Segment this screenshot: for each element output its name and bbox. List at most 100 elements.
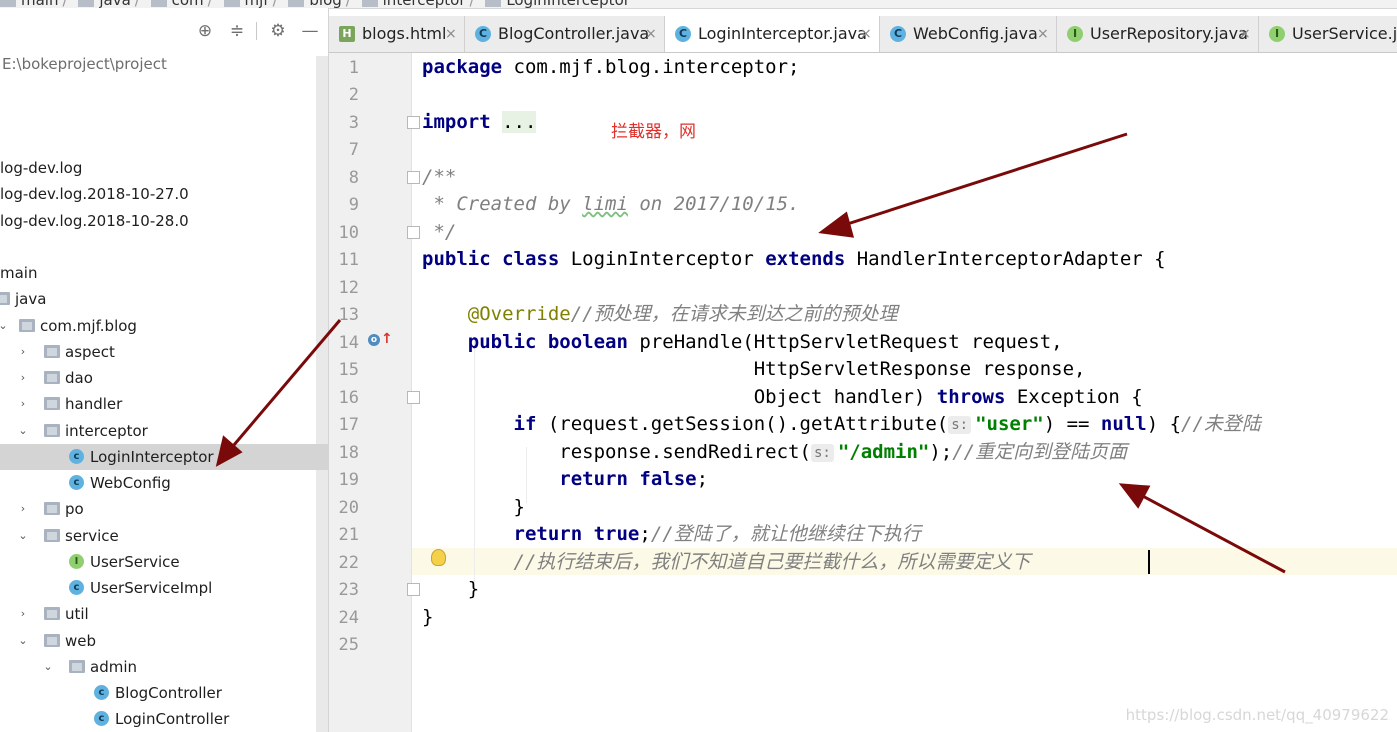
parameter-hint: s:	[810, 443, 834, 462]
tree-item-class[interactable]: c LoginController	[0, 706, 316, 732]
tab-blogs-html[interactable]: Hblogs.html ×	[329, 16, 465, 52]
chevron-right-icon[interactable]: ›	[17, 496, 29, 522]
tab-webconfig[interactable]: C WebConfig.java ×	[880, 16, 1057, 52]
interface-icon: I	[69, 554, 84, 569]
gear-icon[interactable]: ⚙	[267, 20, 289, 42]
arrow-up-icon[interactable]: ↑	[381, 331, 393, 347]
line-number: 19	[338, 470, 359, 490]
class-icon: C	[675, 26, 691, 42]
breadcrumb-item[interactable]: interceptor	[361, 0, 466, 8]
code-line[interactable]: response.sendRedirect(s: "/admin");//重定向到…	[422, 439, 1127, 466]
tree-item-package[interactable]: ⌄ com.mjf.blog	[0, 313, 316, 339]
code-line[interactable]: */	[422, 219, 456, 246]
chevron-right-icon[interactable]: ›	[17, 391, 29, 417]
tree-item-class[interactable]: c BlogController	[0, 680, 316, 706]
code-line[interactable]: import ...	[422, 109, 537, 136]
code-line[interactable]: if (request.getSession().getAttribute(s:…	[422, 411, 1261, 438]
project-root-path: E:\bokeproject\project	[2, 55, 167, 73]
code-line[interactable]: HttpServletResponse response,	[422, 356, 1086, 383]
crosshair-icon[interactable]: ⊕	[194, 20, 216, 42]
package-icon	[19, 319, 35, 332]
tree-item-file[interactable]: log-dev.log	[0, 155, 316, 181]
close-icon[interactable]: ×	[860, 16, 872, 52]
code-line[interactable]: package com.mjf.blog.interceptor;	[422, 54, 800, 81]
tree-item-package[interactable]: ⌄ admin	[0, 654, 316, 680]
chevron-down-icon[interactable]: ⌄	[17, 418, 29, 444]
tree-item-package[interactable]: ⌄ interceptor	[0, 418, 316, 444]
close-icon[interactable]: ×	[645, 16, 657, 52]
fold-toggle[interactable]	[407, 171, 420, 184]
chevron-down-icon[interactable]: ⌄	[17, 523, 29, 549]
folded-imports[interactable]: ...	[502, 111, 537, 133]
chevron-down-icon[interactable]: ⌄	[17, 628, 29, 654]
line-number: 22	[338, 553, 359, 573]
tree-item-package[interactable]: ⌄ service	[0, 523, 316, 549]
chevron-right-icon[interactable]: ›	[17, 339, 29, 365]
tree-item-package[interactable]: › handler	[0, 391, 316, 417]
tree-item-class-selected[interactable]: c LoginInterceptor	[0, 444, 328, 470]
collapse-icon[interactable]: ≑	[226, 20, 248, 42]
code-line[interactable]: /**	[422, 164, 456, 191]
line-number: 2	[348, 85, 359, 105]
package-icon	[44, 371, 60, 384]
chevron-right-icon[interactable]: ›	[17, 365, 29, 391]
tab-userrepository[interactable]: I UserRepository.java ×	[1057, 16, 1259, 52]
chevron-down-icon[interactable]: ⌄	[0, 313, 9, 339]
code-line[interactable]: return true;//登陆了，就让他继续往下执行	[422, 521, 921, 548]
tree-item-package[interactable]: › aspect	[0, 339, 316, 365]
toolbar-divider	[256, 22, 257, 40]
tree-item-folder[interactable]: java	[0, 286, 316, 312]
folder-icon	[78, 0, 95, 7]
code-line[interactable]: return false;	[422, 466, 708, 493]
code-line[interactable]: }	[422, 576, 479, 603]
code-line[interactable]: Object handler) throws Exception {	[422, 384, 1143, 411]
tab-userservice[interactable]: IUserService.java×	[1259, 16, 1397, 52]
close-icon[interactable]: ×	[445, 16, 457, 52]
interface-icon: I	[1067, 26, 1083, 42]
code-editor[interactable]: 1 2 3 7 8 9 10 11 12 13 14 15 16 17 18 1…	[329, 53, 1397, 732]
package-icon	[44, 345, 60, 358]
tree-item-package[interactable]: › util	[0, 601, 316, 627]
tree-item-file[interactable]: log-dev.log.2018-10-28.0	[0, 208, 316, 234]
code-line[interactable]: public class LoginInterceptor extends Ha…	[422, 246, 1166, 273]
tab-blogcontroller[interactable]: C BlogController.java ×	[465, 16, 665, 52]
minimize-icon[interactable]: —	[299, 20, 321, 42]
tab-logininterceptor[interactable]: C LoginInterceptor.java ×	[665, 16, 880, 52]
fold-toggle[interactable]	[407, 583, 420, 596]
chevron-down-icon[interactable]: ⌄	[42, 654, 54, 680]
folder-icon	[0, 292, 10, 305]
line-number: 23	[338, 580, 359, 600]
line-number: 21	[338, 525, 359, 545]
tree-item-class[interactable]: c UserServiceImpl	[0, 575, 316, 601]
fold-toggle[interactable]	[407, 116, 420, 129]
chevron-right-icon[interactable]: ›	[17, 601, 29, 627]
code-line[interactable]: }	[422, 494, 525, 521]
override-method-icon[interactable]: o	[368, 334, 380, 346]
code-line-current[interactable]: //执行结束后，我们不知道自己要拦截什么，所以需要定义下	[422, 549, 1031, 576]
folder-icon	[361, 0, 378, 7]
line-number: 14	[338, 333, 359, 353]
tree-item-file[interactable]: log-dev.log.2018-10-27.0	[0, 181, 316, 207]
fold-toggle[interactable]	[407, 226, 420, 239]
code-line[interactable]: }	[422, 604, 433, 631]
breadcrumb-item[interactable]: LoginInterceptor	[485, 0, 630, 8]
project-scrollbar[interactable]	[316, 56, 328, 732]
line-number: 25	[338, 635, 359, 655]
close-icon[interactable]: ×	[1239, 16, 1251, 52]
fold-toggle[interactable]	[407, 391, 420, 404]
line-number: 18	[338, 443, 359, 463]
tree-item-interface[interactable]: I UserService	[0, 549, 316, 575]
code-line[interactable]: * Created by limi on 2017/10/15.	[422, 191, 799, 218]
tree-item-package[interactable]: ⌄ web	[0, 628, 316, 654]
tree-item-folder[interactable]: main	[0, 260, 316, 286]
close-icon[interactable]: ×	[1037, 16, 1049, 52]
class-icon: c	[94, 711, 109, 726]
code-line[interactable]: public boolean preHandle(HttpServletRequ…	[422, 329, 1063, 356]
code-line[interactable]: @Override//预处理，在请求未到达之前的预处理	[422, 301, 898, 328]
tree-item-class[interactable]: c WebConfig	[0, 470, 316, 496]
tree-item-package[interactable]: › po	[0, 496, 316, 522]
editor-gutter: 1 2 3 7 8 9 10 11 12 13 14 15 16 17 18 1…	[329, 53, 446, 732]
project-panel: ⊕ ≑ ⚙ — E:\bokeproject\project log-dev.l…	[0, 8, 329, 732]
folder-icon	[223, 0, 240, 7]
tree-item-package[interactable]: › dao	[0, 365, 316, 391]
